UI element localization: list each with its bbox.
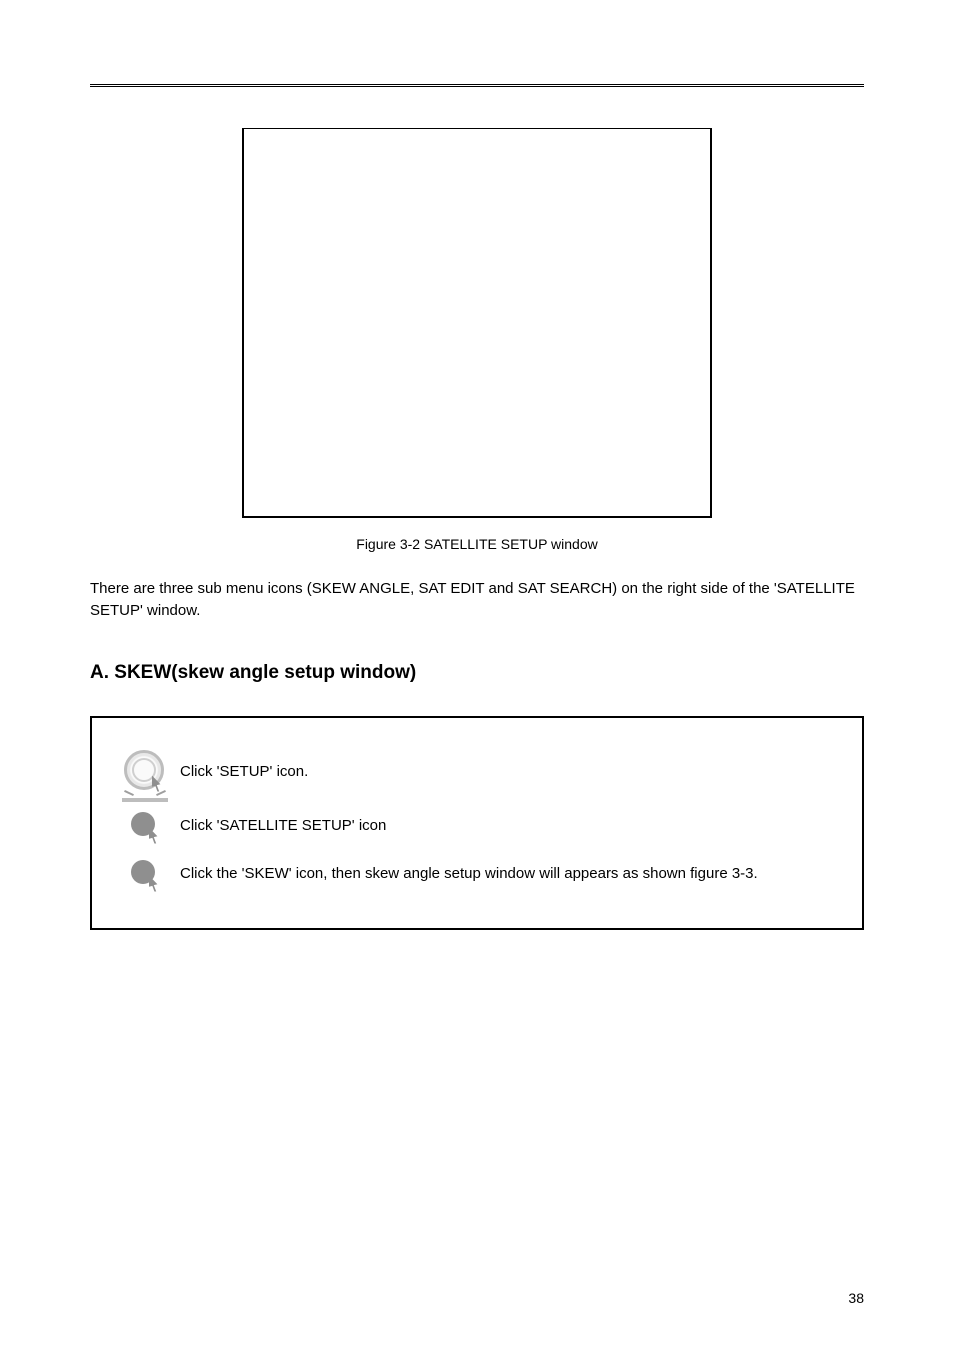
satellite-dish-icon	[125, 856, 165, 892]
list-item-label: Click the 'SKEW' icon, then skew angle s…	[180, 865, 758, 882]
satellite-dish-icon	[118, 748, 172, 796]
satellite-dish-icon	[125, 808, 165, 844]
list-item: Click 'SETUP' icon.	[110, 748, 844, 796]
body-paragraph: There are three sub menu icons (SKEW ANG…	[90, 578, 864, 622]
list-item: Click the 'SKEW' icon, then skew angle s…	[110, 856, 844, 892]
list-item-label: Click 'SETUP' icon.	[180, 763, 308, 780]
page-number: 38	[848, 1290, 864, 1306]
instruction-box: Click 'SETUP' icon. Click 'SATELLITE SET…	[90, 716, 864, 930]
list-item: Click 'SATELLITE SETUP' icon	[110, 808, 844, 844]
list-item-label: Click 'SATELLITE SETUP' icon	[180, 817, 386, 834]
figure-placeholder	[242, 128, 712, 518]
section-heading: A. SKEW(skew angle setup window)	[90, 662, 864, 684]
figure-caption: Figure 3-2 SATELLITE SETUP window	[90, 536, 864, 552]
divider-double	[90, 84, 864, 88]
